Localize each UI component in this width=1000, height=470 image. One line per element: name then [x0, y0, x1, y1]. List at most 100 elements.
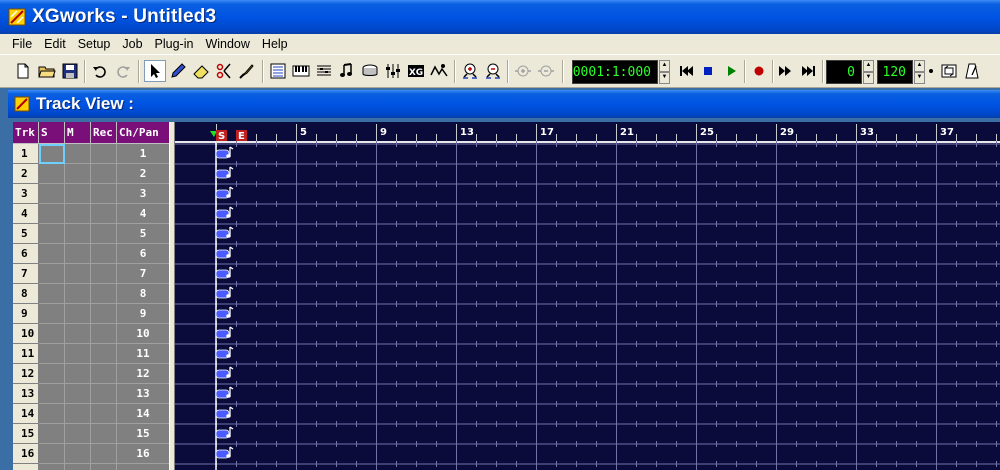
forward-end-icon[interactable]: [798, 60, 820, 82]
record-toggle[interactable]: [91, 364, 117, 384]
arrangement-grid[interactable]: 5 9 13 17 21 25 29 33 37 S E: [175, 122, 1000, 470]
track-channel[interactable]: 13: [117, 384, 169, 404]
record-toggle[interactable]: [91, 184, 117, 204]
tempo-options-icon[interactable]: [926, 60, 936, 82]
track-channel[interactable]: 8: [117, 284, 169, 304]
track-channel[interactable]: 5: [117, 224, 169, 244]
mute-toggle[interactable]: [65, 224, 91, 244]
track-view-titlebar[interactable]: Track View :: [8, 90, 1000, 118]
piano-roll-icon[interactable]: [290, 60, 312, 82]
solo-toggle[interactable]: [39, 444, 65, 464]
solo-toggle[interactable]: [39, 424, 65, 444]
record-icon[interactable]: [748, 60, 770, 82]
mute-toggle[interactable]: [65, 424, 91, 444]
record-toggle[interactable]: [91, 264, 117, 284]
solo-toggle[interactable]: [39, 364, 65, 384]
zoom-in-h-icon[interactable]: [512, 60, 534, 82]
zoom-in-icon[interactable]: [459, 60, 481, 82]
solo-toggle[interactable]: [39, 304, 65, 324]
transpose-spinner[interactable]: ▲ ▼: [863, 60, 874, 84]
solo-toggle[interactable]: [39, 324, 65, 344]
track-row[interactable]: 55: [13, 224, 169, 244]
mute-toggle[interactable]: [65, 184, 91, 204]
track-row[interactable]: 16 16: [13, 444, 169, 464]
menu-plugin[interactable]: Plug-in: [149, 34, 200, 54]
record-toggle[interactable]: [91, 224, 117, 244]
mute-toggle[interactable]: [65, 304, 91, 324]
mute-toggle[interactable]: [65, 244, 91, 264]
solo-toggle[interactable]: [39, 164, 65, 184]
mute-toggle[interactable]: [65, 384, 91, 404]
track-row[interactable]: 11: [13, 144, 169, 164]
drum-icon[interactable]: [359, 60, 381, 82]
rewind-start-icon[interactable]: [675, 60, 697, 82]
transpose-display[interactable]: 0: [826, 60, 862, 84]
open-folder-icon[interactable]: [36, 60, 58, 82]
record-toggle[interactable]: [91, 304, 117, 324]
record-toggle[interactable]: [91, 404, 117, 424]
track-row[interactable]: 22: [13, 164, 169, 184]
mute-toggle[interactable]: [65, 364, 91, 384]
track-channel[interactable]: 1: [117, 144, 169, 164]
menu-window[interactable]: Window: [199, 34, 255, 54]
menu-job[interactable]: Job: [116, 34, 148, 54]
mute-toggle[interactable]: [65, 144, 91, 164]
xg-editor-icon[interactable]: XG: [405, 60, 427, 82]
mute-toggle[interactable]: [65, 164, 91, 184]
brush-tool-icon[interactable]: [236, 60, 258, 82]
solo-toggle[interactable]: [39, 244, 65, 264]
solo-toggle[interactable]: [39, 404, 65, 424]
track-row[interactable]: 15 15: [13, 424, 169, 444]
menu-edit[interactable]: Edit: [38, 34, 72, 54]
record-toggle[interactable]: [91, 144, 117, 164]
mixer-icon[interactable]: [382, 60, 404, 82]
mute-toggle[interactable]: [65, 344, 91, 364]
mute-toggle[interactable]: [65, 284, 91, 304]
record-toggle[interactable]: [91, 444, 117, 464]
track-channel[interactable]: 11: [117, 344, 169, 364]
track-row[interactable]: 44: [13, 204, 169, 224]
solo-toggle[interactable]: [39, 264, 65, 284]
solo-toggle[interactable]: [39, 184, 65, 204]
track-channel[interactable]: 6: [117, 244, 169, 264]
tempo-spinner[interactable]: ▲ ▼: [914, 60, 925, 84]
song-position-display[interactable]: 0001:1:000: [572, 60, 658, 84]
track-row[interactable]: 13 13: [13, 384, 169, 404]
record-toggle[interactable]: [91, 164, 117, 184]
fast-forward-icon[interactable]: [775, 60, 797, 82]
tempo-display[interactable]: 120: [877, 60, 913, 84]
solo-toggle[interactable]: [39, 284, 65, 304]
track-row[interactable]: 11 11: [13, 344, 169, 364]
solo-toggle[interactable]: [39, 204, 65, 224]
track-row[interactable]: 14 14: [13, 404, 169, 424]
record-toggle[interactable]: [91, 204, 117, 224]
track-channel[interactable]: 10: [117, 324, 169, 344]
zoom-out-icon[interactable]: [482, 60, 504, 82]
pencil-tool-icon[interactable]: [167, 60, 189, 82]
track-channel[interactable]: 4: [117, 204, 169, 224]
track-row[interactable]: 12 12: [13, 364, 169, 384]
metronome-icon[interactable]: [961, 60, 983, 82]
loop-icon[interactable]: [938, 60, 960, 82]
menu-setup[interactable]: Setup: [72, 34, 117, 54]
record-toggle[interactable]: [91, 244, 117, 264]
mute-toggle[interactable]: [65, 444, 91, 464]
save-icon[interactable]: [59, 60, 81, 82]
stop-icon[interactable]: [697, 60, 719, 82]
record-toggle[interactable]: [91, 284, 117, 304]
track-channel[interactable]: 16: [117, 444, 169, 464]
track-row[interactable]: 99: [13, 304, 169, 324]
eraser-tool-icon[interactable]: [190, 60, 212, 82]
menu-help[interactable]: Help: [256, 34, 294, 54]
track-row[interactable]: 10 10: [13, 324, 169, 344]
new-file-icon[interactable]: [12, 60, 34, 82]
record-toggle[interactable]: [91, 384, 117, 404]
record-toggle[interactable]: [91, 324, 117, 344]
track-channel[interactable]: 9: [117, 304, 169, 324]
solo-toggle[interactable]: [39, 144, 65, 164]
mute-toggle[interactable]: [65, 204, 91, 224]
scissors-tool-icon[interactable]: [213, 60, 235, 82]
track-channel[interactable]: 7: [117, 264, 169, 284]
mute-toggle[interactable]: [65, 264, 91, 284]
record-toggle[interactable]: [91, 424, 117, 444]
